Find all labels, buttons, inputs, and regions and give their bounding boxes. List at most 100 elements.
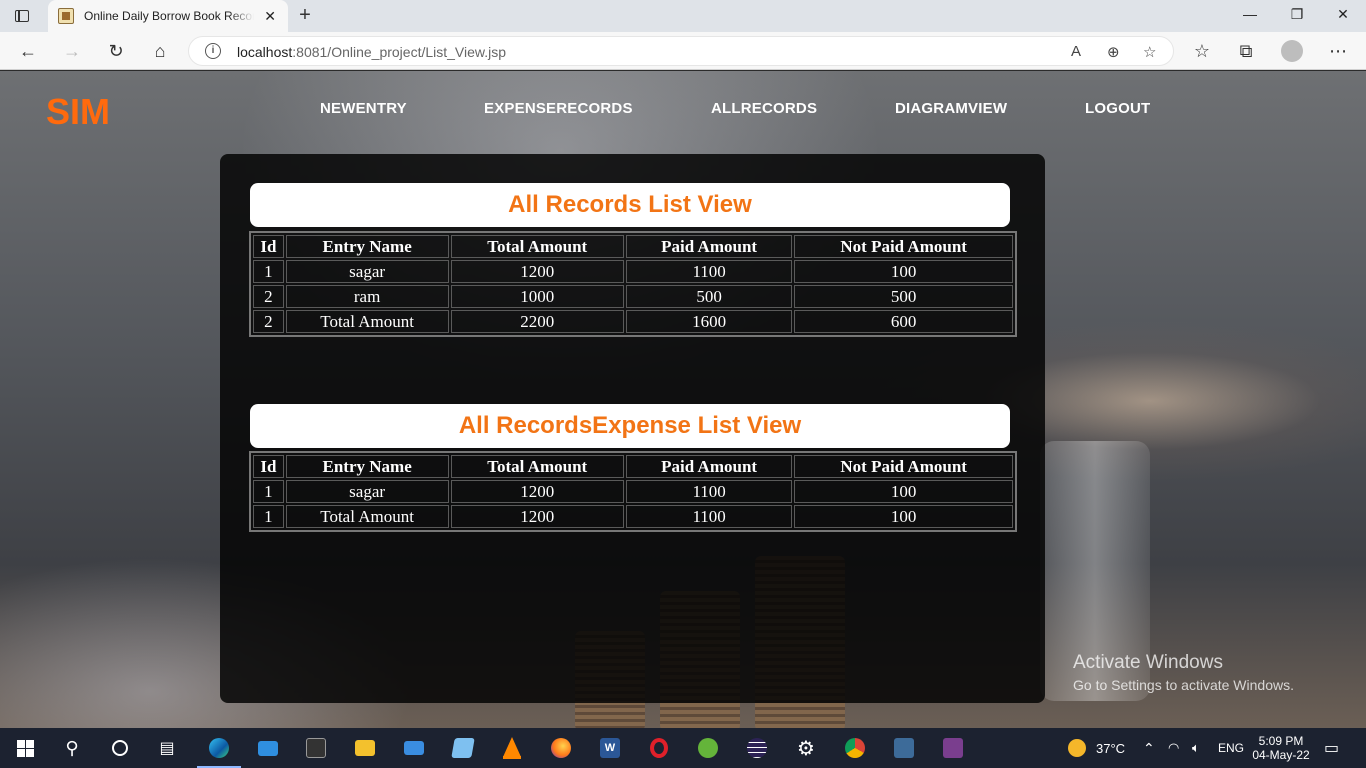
forward-icon[interactable]: → <box>60 40 84 62</box>
records-title: All Records List View <box>250 183 1010 227</box>
taskbar: ⚲ ▤ W ⚙ 37°C ⌃ ◠ 🔈︎ ENG 5:09 PM 04-May-2… <box>0 728 1366 768</box>
browser-toolbar: ← → ↻ ⌂ i localhost:8081/Online_project/… <box>0 32 1366 70</box>
table-total-row: 1 Total Amount 1200 1100 100 <box>253 505 1013 528</box>
weather-temperature: 37°C <box>1096 740 1126 756</box>
firefox-taskbar-icon[interactable] <box>549 736 573 760</box>
nav-logout[interactable]: LOGOUT <box>1085 100 1150 117</box>
table-total-row: 2 Total Amount 2200 1600 600 <box>253 310 1013 333</box>
site-info-icon[interactable]: i <box>205 43 221 59</box>
notes-taskbar-icon[interactable] <box>451 736 475 760</box>
back-icon[interactable]: ← <box>16 40 40 62</box>
weather-widget[interactable]: 37°C <box>1068 728 1125 768</box>
language-indicator[interactable]: ENG <box>1218 728 1244 768</box>
nav-diagramview[interactable]: DIAGRAMVIEW <box>895 100 1007 117</box>
table-row: 2 ram 1000 500 500 <box>253 285 1013 308</box>
table-cell: Total Amount <box>285 310 449 333</box>
table-cell: 500 <box>794 285 1013 308</box>
page-viewport: SIM NEWENTRY EXPENSERECORDS ALLRECORDS D… <box>0 71 1366 728</box>
computer-taskbar-icon[interactable] <box>402 736 426 760</box>
table-cell: 1 <box>253 260 284 283</box>
table-cell: 1 <box>253 505 284 528</box>
table-cell: 1200 <box>450 480 624 503</box>
table-cell: 1200 <box>450 260 624 283</box>
new-tab-button[interactable]: + <box>294 4 316 27</box>
task-view-icon[interactable]: ▤ <box>155 736 179 760</box>
table-cell: 100 <box>794 480 1013 503</box>
records-table: Id Entry Name Total Amount Paid Amount N… <box>249 231 1017 337</box>
table-header-row: Id Entry Name Total Amount Paid Amount N… <box>253 235 1013 258</box>
table-cell: 1100 <box>625 480 793 503</box>
zoom-icon[interactable]: ⊕ <box>1107 43 1120 61</box>
browser-tab[interactable]: Online Daily Borrow Book Record System ✕ <box>48 0 288 32</box>
cortana-icon[interactable] <box>108 736 132 760</box>
table-row: 1 sagar 1200 1100 100 <box>253 260 1013 283</box>
table-cell: 100 <box>794 260 1013 283</box>
column-header: Paid Amount <box>625 455 793 478</box>
settings-gear-icon[interactable]: ⚙ <box>794 736 818 760</box>
table-cell: 2200 <box>450 310 624 333</box>
vlc-taskbar-icon[interactable] <box>500 736 524 760</box>
table-header-row: Id Entry Name Total Amount Paid Amount N… <box>253 455 1013 478</box>
clock-date: 04-May-22 <box>1252 748 1310 762</box>
favicon-icon <box>58 8 74 24</box>
add-favorite-icon[interactable]: ☆ <box>1143 43 1156 61</box>
table-cell: 1100 <box>625 505 793 528</box>
table-cell: 2 <box>253 285 284 308</box>
records-panel: All Records List View Id Entry Name Tota… <box>220 154 1045 703</box>
refresh-icon[interactable]: ↻ <box>104 40 128 62</box>
table-cell: sagar <box>285 260 449 283</box>
read-aloud-icon[interactable]: A <box>1071 43 1081 60</box>
nav-allrecords[interactable]: ALLRECORDS <box>711 100 817 117</box>
search-icon[interactable]: ⚲ <box>60 736 84 760</box>
weather-sun-icon <box>1068 739 1086 757</box>
clock[interactable]: 5:09 PM 04-May-22 <box>1252 728 1310 768</box>
eclipse-taskbar-icon[interactable] <box>745 736 769 760</box>
wifi-icon[interactable]: ◠ <box>1168 728 1179 768</box>
clock-time: 5:09 PM <box>1258 734 1304 748</box>
column-header: Total Amount <box>450 235 624 258</box>
tab-close-icon[interactable]: ✕ <box>264 8 276 25</box>
column-header: Entry Name <box>285 235 449 258</box>
table-cell: ram <box>285 285 449 308</box>
expenses-title: All RecordsExpense List View <box>250 404 1010 448</box>
minimize-button[interactable]: — <box>1240 6 1260 22</box>
profile-avatar[interactable] <box>1281 40 1303 62</box>
tab-actions-icon[interactable] <box>12 7 32 25</box>
url-text[interactable]: localhost:8081/Online_project/List_View.… <box>237 44 506 60</box>
table-cell: 1100 <box>625 260 793 283</box>
tab-bar: Online Daily Borrow Book Record System ✕… <box>0 0 1366 32</box>
column-header: Not Paid Amount <box>794 235 1013 258</box>
close-window-button[interactable]: ✕ <box>1333 6 1353 23</box>
mail-taskbar-icon[interactable] <box>256 736 280 760</box>
terminal-taskbar-icon[interactable] <box>304 736 328 760</box>
brand-logo[interactable]: SIM <box>46 91 110 133</box>
activate-windows-subtext: Go to Settings to activate Windows. <box>1073 677 1294 693</box>
opera-taskbar-icon[interactable] <box>647 736 671 760</box>
table-cell: 2 <box>253 310 284 333</box>
show-hidden-icons[interactable]: ⌃ <box>1143 728 1155 768</box>
file-explorer-icon[interactable] <box>353 736 377 760</box>
address-bar[interactable]: i localhost:8081/Online_project/List_Vie… <box>188 36 1174 66</box>
table-cell: 500 <box>625 285 793 308</box>
more-options-icon[interactable]: ⋯ <box>1326 40 1350 62</box>
windows-start-icon[interactable] <box>13 736 37 760</box>
edge-taskbar-icon[interactable] <box>197 736 241 768</box>
column-header: Entry Name <box>285 455 449 478</box>
word-taskbar-icon[interactable]: W <box>598 736 622 760</box>
volume-icon[interactable]: 🔈︎ <box>1192 728 1200 768</box>
table-row: 1 sagar 1200 1100 100 <box>253 480 1013 503</box>
nav-expenserecords[interactable]: EXPENSERECORDS <box>484 100 633 117</box>
sheets-taskbar-icon[interactable] <box>696 736 720 760</box>
mysql-taskbar-icon[interactable] <box>892 736 916 760</box>
restore-button[interactable]: ❐ <box>1287 6 1307 23</box>
home-icon[interactable]: ⌂ <box>148 40 172 62</box>
winrar-taskbar-icon[interactable] <box>941 736 965 760</box>
collections-icon[interactable]: ⧉ <box>1234 40 1258 62</box>
chrome-taskbar-icon[interactable] <box>843 736 867 760</box>
favorites-icon[interactable]: ☆ <box>1190 40 1214 62</box>
notifications-icon[interactable]: ▭ <box>1324 728 1339 768</box>
column-header: Paid Amount <box>625 235 793 258</box>
nav-newentry[interactable]: NEWENTRY <box>320 100 407 117</box>
table-cell: sagar <box>285 480 449 503</box>
table-cell: 100 <box>794 505 1013 528</box>
